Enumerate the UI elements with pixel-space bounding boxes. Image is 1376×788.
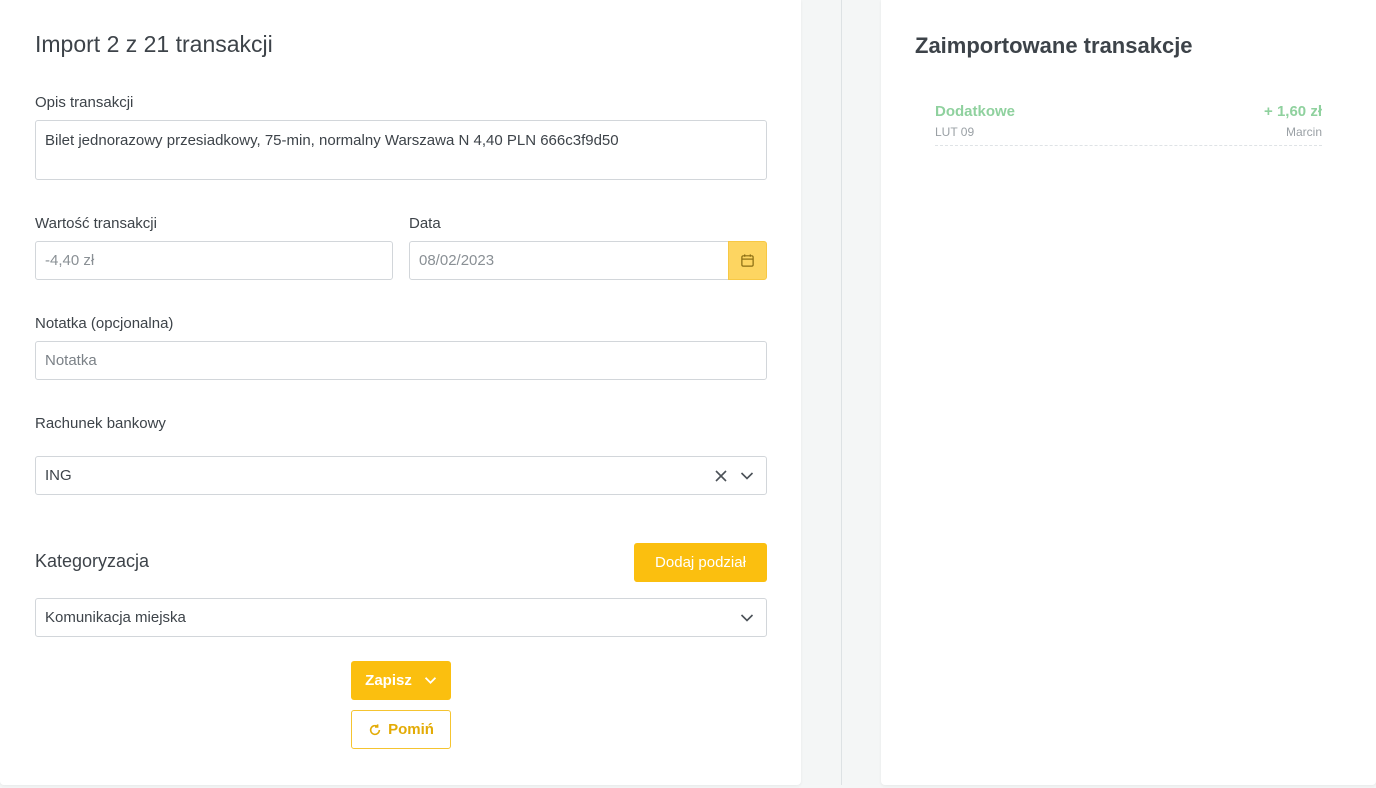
transaction-user: Marcin (1285, 125, 1322, 139)
category-select[interactable]: Komunikacja miejska (35, 598, 767, 637)
close-icon[interactable] (714, 469, 728, 483)
add-split-button[interactable]: Dodaj podział (634, 543, 767, 582)
date-label: Data (409, 215, 441, 232)
note-input[interactable]: Notatka (35, 341, 767, 380)
skip-button[interactable]: Pomiń (351, 710, 451, 749)
date-field[interactable]: 08/02/2023 (409, 241, 729, 280)
note-label: Notatka (opcjonalna) (35, 315, 174, 332)
imported-transactions-panel: Zaimportowane transakcje Dodatkowe + 1,6… (881, 0, 1376, 785)
chevron-down-icon[interactable] (740, 613, 754, 623)
note-placeholder: Notatka (45, 352, 97, 369)
page-title: Import 2 z 21 transakcji (35, 31, 273, 57)
amount-label: Wartość transakcji (35, 215, 157, 232)
bank-account-value: ING (45, 467, 72, 484)
app-page: Import 2 z 21 transakcji Opis transakcji… (0, 0, 1376, 788)
transaction-amount: + 1,60 zł (1264, 103, 1322, 120)
select-icons (714, 457, 754, 494)
amount-value: -4,40 zł (45, 252, 95, 269)
description-label: Opis transakcji (35, 94, 134, 111)
chevron-down-icon[interactable] (740, 471, 754, 481)
imported-title: Zaimportowane transakcje (915, 33, 1193, 58)
skip-label: Pomiń (388, 721, 434, 738)
category-value: Komunikacja miejska (45, 609, 186, 626)
date-picker-button[interactable] (728, 241, 767, 280)
description-textarea[interactable]: Bilet jednorazowy przesiadkowy, 75-min, … (35, 120, 767, 180)
save-label: Zapisz (365, 672, 412, 689)
import-form-panel: Import 2 z 21 transakcji Opis transakcji… (0, 0, 801, 785)
chevron-down-icon[interactable] (424, 676, 437, 685)
calendar-icon (741, 254, 754, 267)
save-button[interactable]: Zapisz (351, 661, 451, 700)
select-icons (740, 599, 754, 636)
add-split-label: Dodaj podział (655, 554, 746, 571)
list-item[interactable]: Dodatkowe + 1,60 zł LUT 09 Marcin (935, 103, 1322, 146)
panel-divider (841, 0, 842, 785)
transaction-date: LUT 09 (935, 125, 975, 139)
refresh-icon (369, 723, 381, 735)
transaction-category: Dodatkowe (935, 103, 1016, 120)
amount-field[interactable]: -4,40 zł (35, 241, 393, 280)
bank-account-label: Rachunek bankowy (35, 415, 166, 432)
bank-account-select[interactable]: ING (35, 456, 767, 495)
date-value: 08/02/2023 (419, 252, 495, 269)
categorization-title: Kategoryzacja (35, 551, 150, 571)
description-text: Bilet jednorazowy przesiadkowy, 75-min, … (45, 132, 619, 149)
